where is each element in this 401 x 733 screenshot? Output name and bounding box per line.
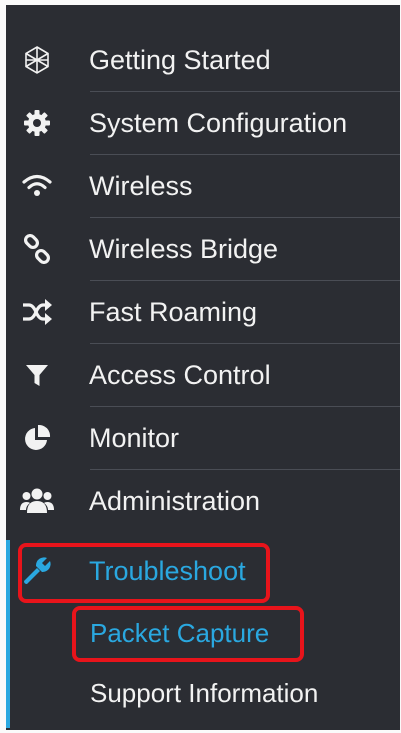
filter-icon: [20, 360, 54, 390]
nav-item-label: System Configuration: [89, 108, 348, 138]
nav-item-label: Access Control: [89, 360, 271, 390]
nav-item-fast-roaming[interactable]: Fast Roaming: [6, 281, 400, 344]
subnav-item-support-information[interactable]: Support Information: [6, 663, 400, 723]
nav-menu: Getting Started System Configuration Wir…: [6, 5, 400, 730]
users-icon: [20, 486, 54, 516]
subnav-item-label: Support Information: [90, 678, 319, 708]
nav-item-access-control[interactable]: Access Control: [6, 344, 400, 407]
nav-item-administration[interactable]: Administration: [6, 470, 400, 533]
packet-capture-highlight-box: [72, 606, 304, 662]
gear-icon: [20, 108, 54, 138]
network-globe-icon: [20, 45, 54, 75]
nav-item-wireless[interactable]: Wireless: [6, 155, 400, 218]
nav-item-system-configuration[interactable]: System Configuration: [6, 92, 400, 155]
nav-item-label: Monitor: [89, 423, 180, 453]
nav-item-label: Administration: [89, 486, 261, 516]
nav-item-label: Fast Roaming: [89, 297, 258, 327]
nav-item-label: Wireless Bridge: [89, 234, 279, 264]
active-section-indicator: [6, 540, 10, 728]
nav-item-label: Getting Started: [89, 45, 271, 75]
nav-item-wireless-bridge[interactable]: Wireless Bridge: [6, 218, 400, 281]
nav-item-getting-started[interactable]: Getting Started: [6, 29, 400, 92]
wifi-icon: [20, 171, 54, 201]
bridge-link-icon: [20, 234, 54, 264]
nav-item-label: Wireless: [89, 171, 193, 201]
troubleshoot-highlight-box: [18, 543, 270, 603]
pie-chart-icon: [20, 423, 54, 453]
navigation-sidebar: Getting Started System Configuration Wir…: [6, 5, 400, 730]
shuffle-icon: [20, 297, 54, 327]
nav-item-monitor[interactable]: Monitor: [6, 407, 400, 470]
